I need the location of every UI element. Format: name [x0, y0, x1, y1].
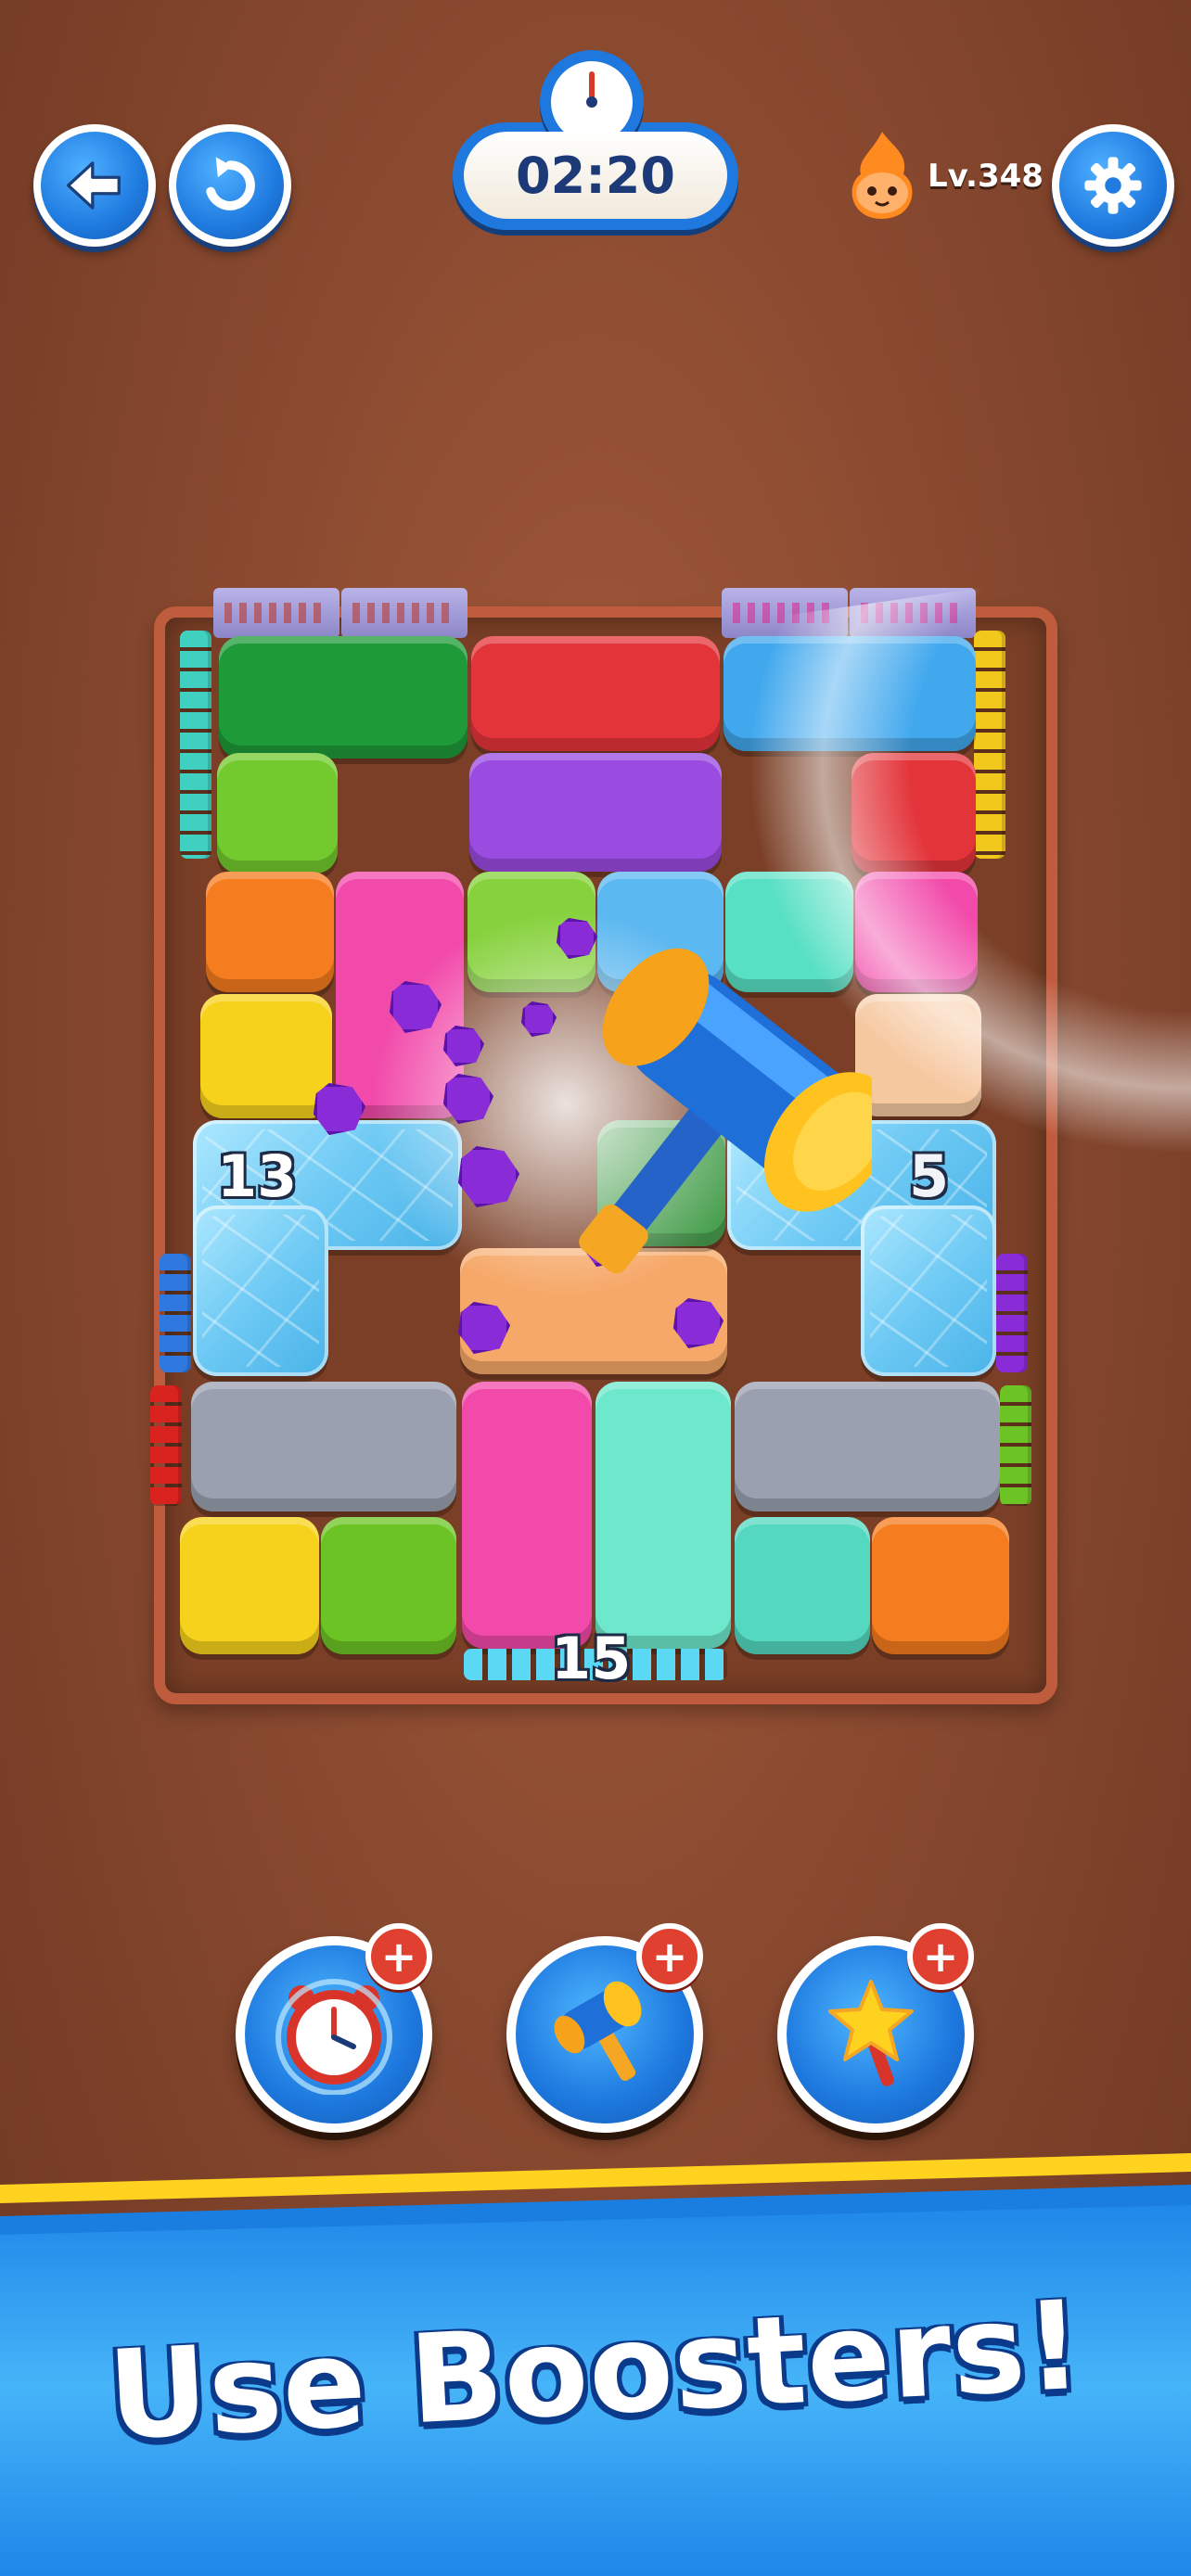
- exit-gate-red: [150, 1385, 182, 1506]
- ice-block-left[interactable]: [193, 1205, 328, 1376]
- magic-wand-icon: [828, 1980, 914, 2086]
- fire-cat-avatar-icon: [844, 128, 920, 221]
- level-label: Lv.348: [928, 158, 1044, 195]
- block-gray[interactable]: [191, 1382, 456, 1511]
- gear-icon: [1084, 157, 1142, 214]
- restart-button[interactable]: [169, 124, 291, 247]
- exit-gate-blue: [160, 1254, 191, 1372]
- arrow-left-icon: [66, 161, 121, 210]
- block-orange[interactable]: [206, 872, 334, 992]
- hammer-icon: [554, 1981, 642, 2081]
- add-booster-button[interactable]: +: [636, 1923, 703, 1990]
- block-orange[interactable]: [872, 1517, 1009, 1654]
- alarm-clock-icon: [275, 1979, 392, 2095]
- block-mint[interactable]: [596, 1382, 731, 1649]
- block-mint[interactable]: [735, 1517, 870, 1654]
- block-gray[interactable]: [735, 1382, 1000, 1511]
- exit-gate-teal: [180, 631, 211, 859]
- ice-counter-left: 13: [217, 1142, 298, 1210]
- restart-icon: [206, 157, 255, 210]
- exit-gate: [213, 588, 339, 638]
- add-booster-button[interactable]: +: [907, 1923, 974, 1990]
- add-booster-button[interactable]: +: [365, 1923, 432, 1990]
- back-button[interactable]: [33, 124, 156, 247]
- exit-gate: [341, 588, 467, 638]
- block-green[interactable]: [219, 636, 467, 759]
- block-lime[interactable]: [321, 1517, 456, 1654]
- timer-value: 02:20: [464, 132, 727, 219]
- block-pink[interactable]: [462, 1382, 592, 1649]
- block-yellow[interactable]: [200, 994, 332, 1118]
- hammer-icon: [538, 937, 893, 1326]
- exit-gate-purple: [996, 1254, 1028, 1372]
- timer: 02:20: [453, 50, 738, 236]
- settings-button[interactable]: [1052, 124, 1174, 247]
- gate-counter-bottom: 15: [551, 1625, 632, 1692]
- block-yellow[interactable]: [180, 1517, 319, 1654]
- exit-gate-green: [1000, 1385, 1031, 1506]
- block-lime[interactable]: [217, 753, 338, 874]
